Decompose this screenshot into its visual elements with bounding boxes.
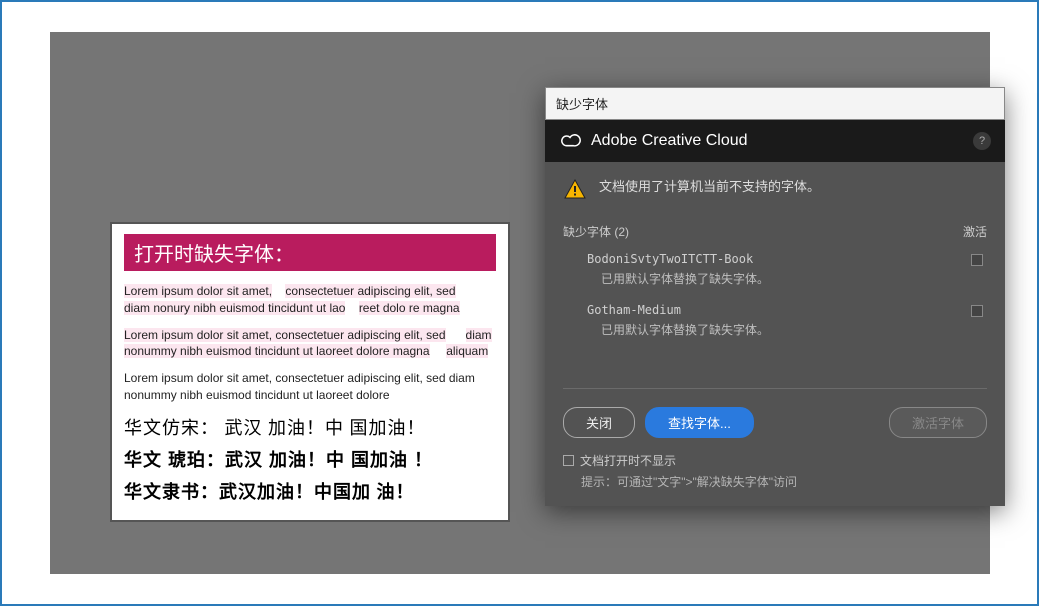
font-list-header: 缺少字体 (2) 激活 [563, 223, 987, 240]
brand-label: Adobe Creative Cloud [591, 132, 748, 150]
doc-chinese-line-3: 华文隶书：武汉加油！中国加 油！ [124, 478, 496, 504]
divider [563, 388, 987, 389]
font-substitution-note: 已用默认字体替换了缺失字体。 [587, 270, 977, 287]
dialog-title[interactable]: 缺少字体 [545, 87, 1005, 120]
doc-para-2: Lorem ipsum dolor sit amet, consectetuer… [124, 327, 496, 361]
dialog-body: 文档使用了计算机当前不支持的字体。 缺少字体 (2) 激活 BodoniSvty… [545, 162, 1005, 506]
doc-para-1: Lorem ipsum dolor sit amet, consectetuer… [124, 283, 496, 317]
font-substitution-note: 已用默认字体替换了缺失字体。 [587, 321, 977, 338]
warning-row: 文档使用了计算机当前不支持的字体。 [563, 178, 987, 205]
button-row: 关闭 查找字体... 激活字体 [563, 407, 987, 438]
dont-show-label: 文档打开时不显示 [580, 452, 676, 469]
find-font-button[interactable]: 查找字体... [645, 407, 754, 438]
doc-chinese-line-2: 华文 琥珀：武汉 加油！中 国加油 ！ [124, 446, 496, 472]
dont-show-checkbox[interactable]: 文档打开时不显示 [563, 452, 676, 469]
footer-hint: 提示：可通过"文字">"解决缺失字体"访问 [581, 473, 987, 490]
font-item[interactable]: Gotham-Medium 已用默认字体替换了缺失字体。 [563, 297, 987, 348]
activate-checkbox[interactable] [971, 305, 983, 317]
font-item[interactable]: BodoniSvtyTwoITCTT-Book 已用默认字体替换了缺失字体。 [563, 246, 987, 297]
doc-para-3: Lorem ipsum dolor sit amet, consectetuer… [124, 370, 496, 404]
warning-icon [563, 178, 587, 205]
font-name: BodoniSvtyTwoITCTT-Book [587, 252, 977, 266]
list-header-left: 缺少字体 (2) [563, 223, 629, 240]
help-icon[interactable]: ? [973, 132, 991, 150]
dialog-brand-bar: Adobe Creative Cloud ? [545, 120, 1005, 162]
creative-cloud-icon [559, 130, 581, 152]
list-header-right: 激活 [963, 223, 987, 240]
document-preview: 打开时缺失字体： Lorem ipsum dolor sit amet, con… [110, 222, 510, 522]
missing-fonts-dialog: 缺少字体 Adobe Creative Cloud ? 文档使用了计算机当前不支… [545, 87, 1005, 506]
canvas-area: 打开时缺失字体： Lorem ipsum dolor sit amet, con… [50, 32, 990, 574]
activate-fonts-button: 激活字体 [889, 407, 987, 438]
doc-chinese-line-1: 华文仿宋： 武汉 加油！中 国加油！ [124, 414, 496, 440]
close-button[interactable]: 关闭 [563, 407, 635, 438]
doc-heading: 打开时缺失字体： [124, 234, 496, 271]
activate-checkbox[interactable] [971, 254, 983, 266]
dialog-footer: 文档打开时不显示 提示：可通过"文字">"解决缺失字体"访问 [563, 452, 987, 490]
font-name: Gotham-Medium [587, 303, 977, 317]
checkbox-icon [563, 455, 574, 466]
warning-text: 文档使用了计算机当前不支持的字体。 [599, 178, 820, 196]
